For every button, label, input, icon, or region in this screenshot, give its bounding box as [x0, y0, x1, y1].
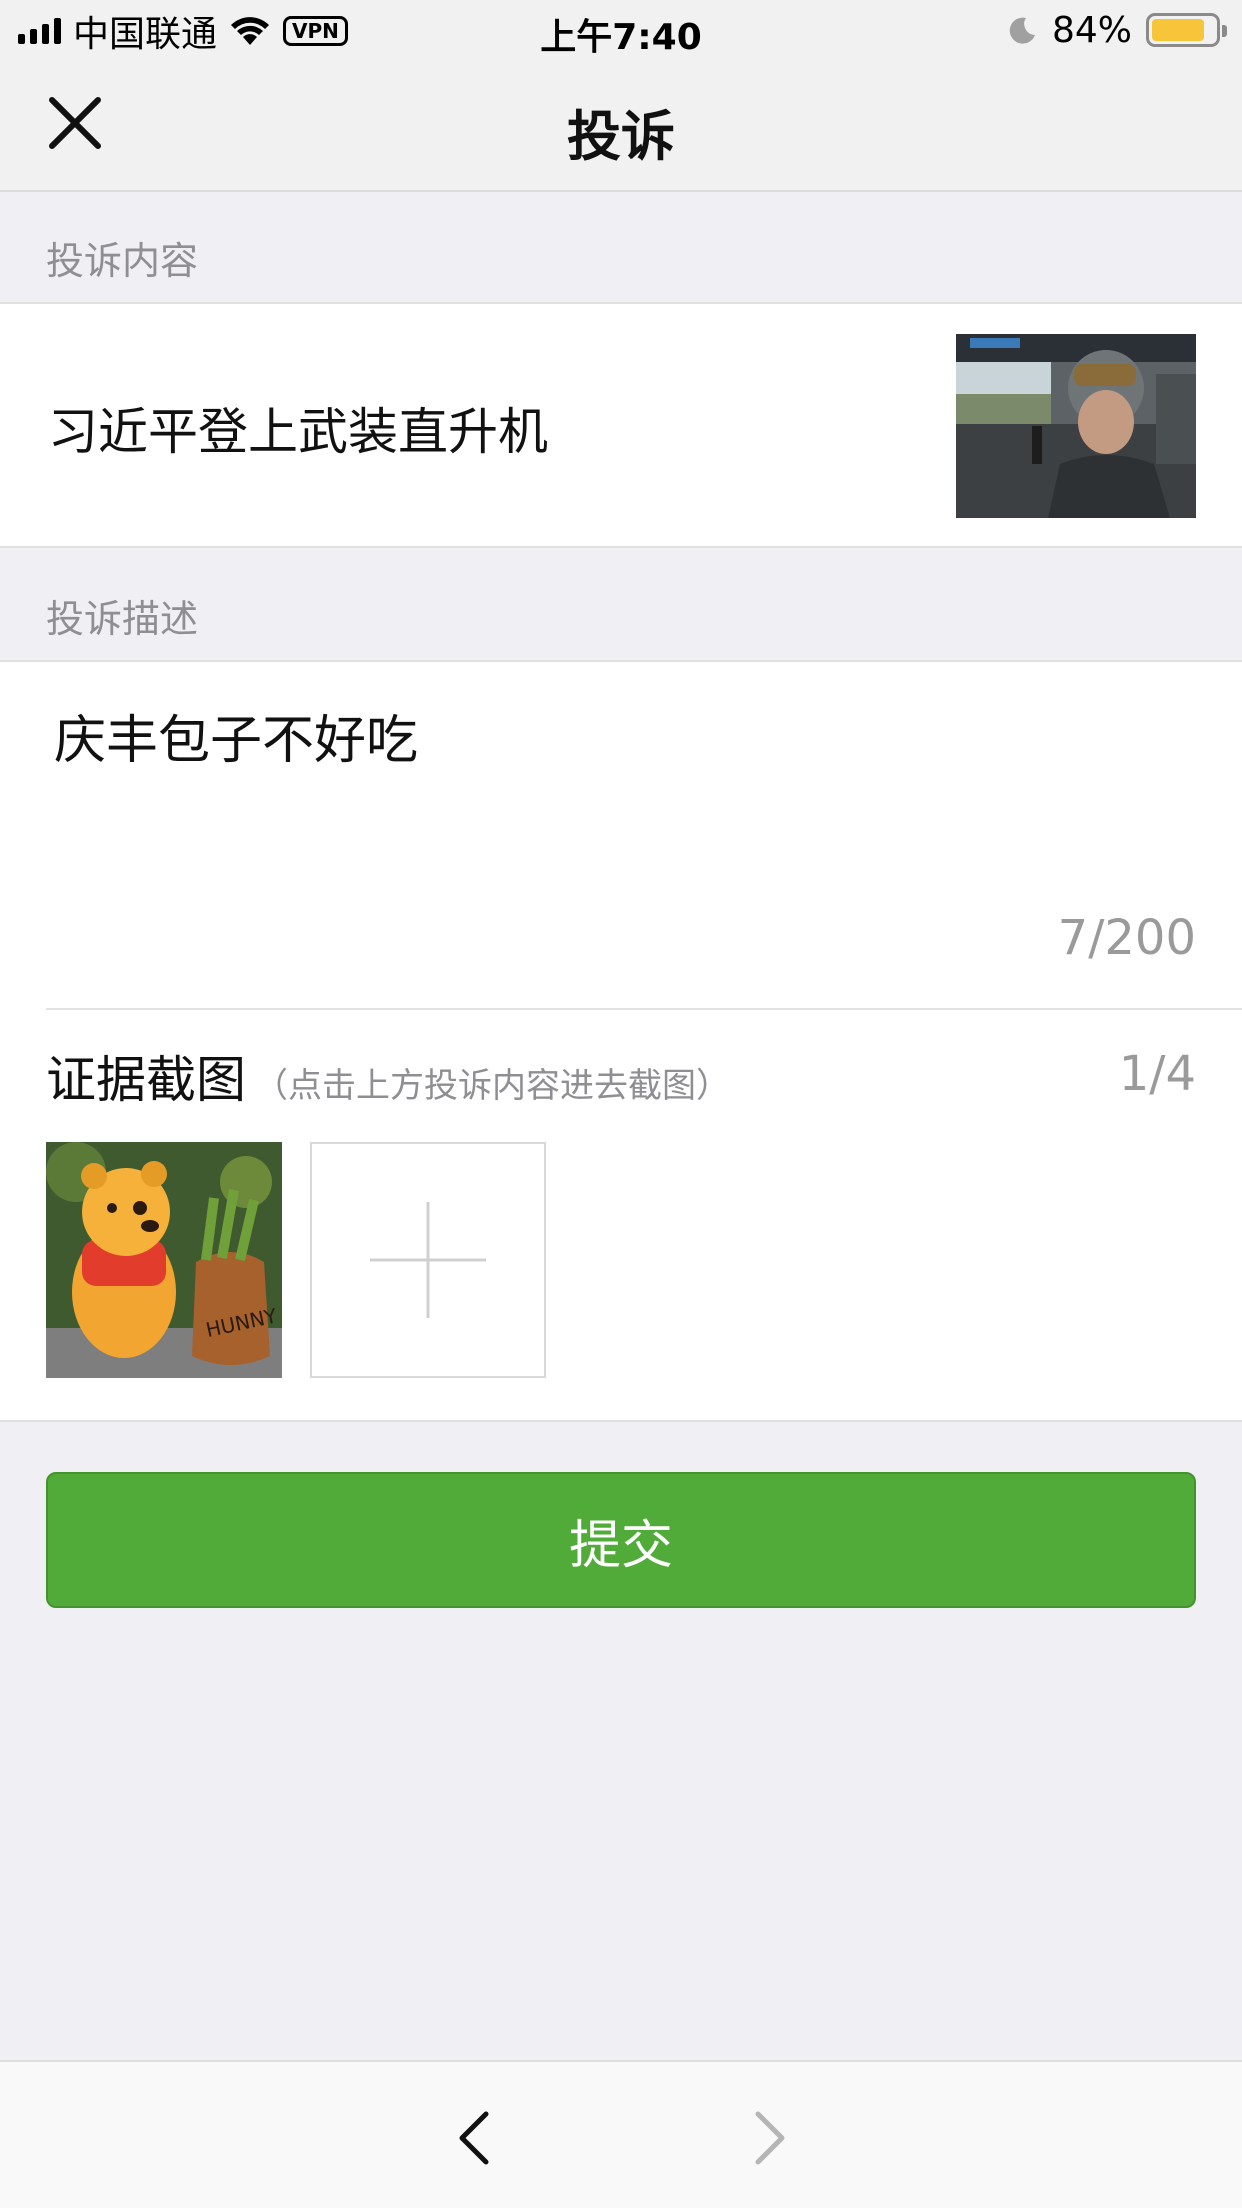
complaint-description-card: 庆丰包子不好吃 7/200 证据截图 （点击上方投诉内容进去截图） 1/4 HUN…: [0, 660, 1242, 1422]
status-right: 84%: [1008, 8, 1227, 52]
battery-icon: [1146, 13, 1227, 47]
helicopter-thumbnail[interactable]: [956, 334, 1196, 518]
add-image-button[interactable]: [310, 1142, 546, 1378]
chevron-right-icon[interactable]: [748, 2108, 792, 2168]
plus-icon: [370, 1202, 486, 1318]
evidence-hint: （点击上方投诉内容进去截图）: [254, 1066, 730, 1106]
complaint-content-label: 投诉内容: [46, 239, 199, 283]
evidence-image[interactable]: HUNNY: [46, 1142, 282, 1378]
evidence-title: 证据截图: [46, 1051, 246, 1109]
status-bar: 中国联通 VPN 上午7:40 84%: [0, 0, 1242, 62]
character-counter: 7/200: [1057, 910, 1196, 966]
page-title: 投诉: [567, 105, 675, 168]
divider: [46, 1008, 1242, 1010]
complaint-content-title: 习近平登上武装直升机: [48, 403, 548, 461]
chevron-left-icon[interactable]: [452, 2108, 496, 2168]
evidence-count: 1/4: [1118, 1046, 1196, 1102]
complaint-content-card[interactable]: 习近平登上武装直升机: [0, 302, 1242, 548]
evidence-section: 证据截图 （点击上方投诉内容进去截图）: [46, 1040, 730, 1112]
moon-icon: [1009, 17, 1035, 44]
battery-percent: 84%: [1051, 9, 1132, 51]
bottom-toolbar: [0, 2060, 1242, 2208]
battery-level: [1152, 19, 1205, 41]
submit-button[interactable]: 提交: [46, 1472, 1196, 1608]
complaint-description-label: 投诉描述: [46, 597, 199, 641]
description-input[interactable]: 庆丰包子不好吃: [54, 698, 418, 773]
nav-bar: 投诉: [0, 62, 1242, 192]
